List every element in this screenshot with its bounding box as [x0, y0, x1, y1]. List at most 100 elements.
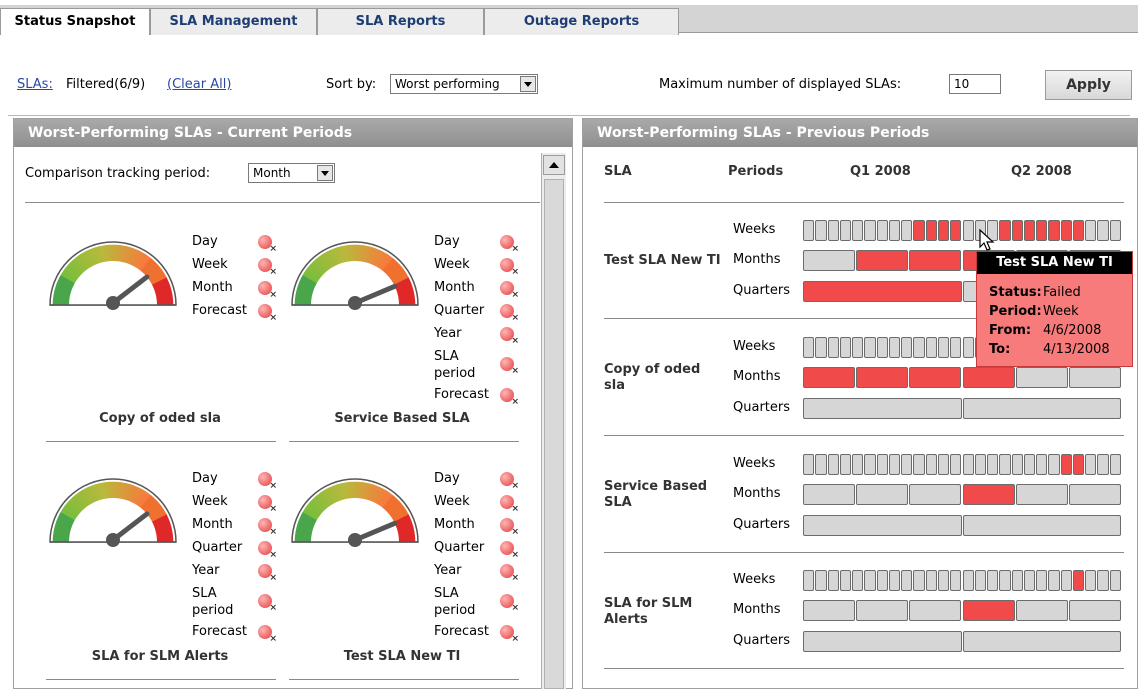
tab-sla-reports[interactable]: SLA Reports	[317, 8, 484, 35]
month-cell[interactable]	[803, 367, 856, 388]
quarter-cell[interactable]	[962, 398, 1121, 419]
week-cell[interactable]	[1060, 570, 1072, 591]
month-cell[interactable]	[1068, 367, 1121, 388]
week-cell[interactable]	[852, 337, 864, 358]
week-cell[interactable]	[901, 570, 913, 591]
sla-name[interactable]: Test SLA New TI	[604, 253, 729, 269]
week-cell[interactable]	[888, 220, 901, 241]
week-cell[interactable]	[1060, 220, 1072, 241]
failed-status-icon[interactable]: ×	[500, 518, 519, 537]
failed-status-icon[interactable]: ×	[500, 327, 519, 346]
week-cell[interactable]	[950, 220, 962, 241]
quarter-cell[interactable]	[962, 515, 1121, 536]
week-cell[interactable]	[1109, 454, 1121, 475]
week-cell[interactable]	[876, 220, 888, 241]
month-cell[interactable]	[856, 484, 909, 505]
week-cell[interactable]	[901, 337, 913, 358]
week-cell[interactable]	[803, 570, 815, 591]
clear-all-link[interactable]: (Clear All)	[167, 77, 231, 92]
week-cell[interactable]	[925, 570, 937, 591]
week-cell[interactable]	[1036, 454, 1048, 475]
week-cell[interactable]	[839, 454, 852, 475]
week-cell[interactable]	[950, 570, 962, 591]
month-cell[interactable]	[962, 484, 1015, 505]
slas-link[interactable]: SLAs:	[17, 77, 53, 92]
week-cell[interactable]	[1023, 220, 1036, 241]
failed-status-icon[interactable]: ×	[258, 564, 277, 583]
week-cell[interactable]	[803, 220, 815, 241]
week-cell[interactable]	[888, 570, 901, 591]
failed-status-icon[interactable]: ×	[258, 304, 277, 323]
week-cell[interactable]	[962, 454, 974, 475]
week-cell[interactable]	[1109, 570, 1121, 591]
failed-status-icon[interactable]: ×	[258, 594, 277, 613]
failed-status-icon[interactable]: ×	[500, 541, 519, 560]
week-cell[interactable]	[852, 454, 864, 475]
week-cell[interactable]	[827, 570, 839, 591]
week-cell[interactable]	[1011, 220, 1023, 241]
quarter-cell[interactable]	[803, 631, 962, 652]
failed-status-icon[interactable]: ×	[500, 304, 519, 323]
week-cell[interactable]	[839, 570, 852, 591]
week-cell[interactable]	[815, 570, 827, 591]
failed-status-icon[interactable]: ×	[500, 594, 519, 613]
quarter-cell[interactable]	[803, 281, 962, 302]
failed-status-icon[interactable]: ×	[258, 541, 277, 560]
week-cell[interactable]	[913, 337, 925, 358]
week-cell[interactable]	[803, 454, 815, 475]
month-cell[interactable]	[909, 367, 962, 388]
week-cell[interactable]	[913, 220, 925, 241]
tab-status-snapshot[interactable]: Status Snapshot	[0, 8, 150, 36]
week-cell[interactable]	[815, 220, 827, 241]
failed-status-icon[interactable]: ×	[500, 564, 519, 583]
quarter-cell[interactable]	[803, 515, 962, 536]
chevron-down-icon[interactable]	[520, 76, 536, 92]
week-cell[interactable]	[987, 570, 999, 591]
quarter-cell[interactable]	[803, 398, 962, 419]
week-cell[interactable]	[974, 570, 987, 591]
gauge-sla-name[interactable]: Test SLA New TI	[286, 649, 518, 664]
week-cell[interactable]	[1097, 454, 1109, 475]
week-cell[interactable]	[1036, 570, 1048, 591]
week-cell[interactable]	[913, 454, 925, 475]
apply-button[interactable]: Apply	[1045, 70, 1132, 100]
scroll-thumb[interactable]	[544, 179, 564, 689]
month-cell[interactable]	[1015, 600, 1068, 621]
week-cell[interactable]	[888, 337, 901, 358]
week-cell[interactable]	[1072, 220, 1085, 241]
tab-sla-management[interactable]: SLA Management	[150, 8, 317, 35]
week-cell[interactable]	[1060, 454, 1072, 475]
week-cell[interactable]	[1085, 454, 1097, 475]
week-cell[interactable]	[925, 454, 937, 475]
month-cell[interactable]	[1015, 367, 1068, 388]
week-cell[interactable]	[1048, 454, 1060, 475]
failed-status-icon[interactable]: ×	[500, 258, 519, 277]
week-cell[interactable]	[852, 220, 864, 241]
week-cell[interactable]	[1023, 454, 1036, 475]
week-cell[interactable]	[962, 220, 974, 241]
week-cell[interactable]	[1011, 570, 1023, 591]
week-cell[interactable]	[937, 570, 950, 591]
failed-status-icon[interactable]: ×	[258, 235, 277, 254]
month-cell[interactable]	[962, 600, 1015, 621]
week-cell[interactable]	[1097, 570, 1109, 591]
week-cell[interactable]	[925, 337, 937, 358]
sla-name[interactable]: Service Based SLA	[604, 479, 719, 511]
week-cell[interactable]	[1072, 570, 1085, 591]
max-slas-input[interactable]: 10	[949, 74, 1001, 94]
week-cell[interactable]	[1109, 220, 1121, 241]
week-cell[interactable]	[1023, 570, 1036, 591]
week-cell[interactable]	[901, 454, 913, 475]
month-cell[interactable]	[909, 600, 962, 621]
week-cell[interactable]	[803, 337, 815, 358]
week-cell[interactable]	[1036, 220, 1048, 241]
week-cell[interactable]	[1085, 220, 1097, 241]
week-cell[interactable]	[950, 454, 962, 475]
failed-status-icon[interactable]: ×	[500, 472, 519, 491]
week-cell[interactable]	[1048, 570, 1060, 591]
failed-status-icon[interactable]: ×	[258, 625, 277, 644]
sort-select[interactable]: Worst performing	[390, 74, 538, 94]
failed-status-icon[interactable]: ×	[258, 281, 277, 300]
week-cell[interactable]	[987, 454, 999, 475]
sla-name[interactable]: Copy of oded sla	[604, 362, 719, 394]
